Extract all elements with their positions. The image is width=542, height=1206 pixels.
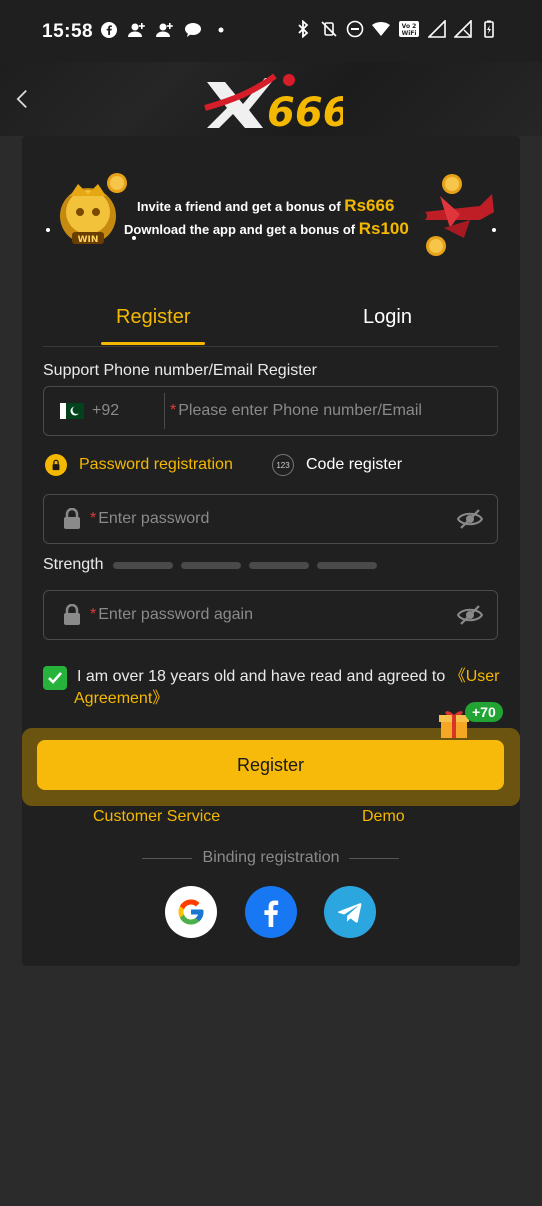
wifi-icon	[372, 20, 390, 38]
register-card: WIN Invite a friend and get a bonus of R…	[22, 136, 520, 966]
password-registration-option[interactable]: Password registration	[45, 454, 233, 476]
google-login-button[interactable]	[165, 886, 217, 938]
facebook-icon	[100, 21, 118, 39]
facebook-login-button[interactable]	[245, 886, 297, 938]
strength-bar	[317, 561, 378, 569]
code-register-option[interactable]: 123 Code register	[272, 454, 402, 476]
user-add-icon	[128, 21, 146, 39]
svg-text:WIN: WIN	[78, 235, 99, 245]
pakistan-flag-icon	[60, 403, 84, 419]
strength-bar	[249, 561, 310, 569]
app-logo: 666	[203, 70, 351, 136]
user-agreement-link[interactable]: 《User	[450, 668, 500, 685]
password-field[interactable]: * Enter password	[43, 494, 498, 544]
signal-icon	[454, 20, 472, 38]
register-button[interactable]: Register	[37, 740, 504, 790]
user-agreement-link-cont[interactable]: Agreement》	[74, 688, 168, 710]
facebook-icon	[264, 900, 279, 927]
google-icon	[178, 899, 204, 925]
banner-line-2: Download the app and get a bonus of Rs10…	[124, 219, 409, 238]
bluetooth-icon	[294, 20, 312, 38]
chat-icon	[184, 21, 202, 39]
code-123-icon: 123	[272, 454, 294, 476]
tab-register[interactable]: Register	[116, 306, 190, 329]
svg-text:Vo 2: Vo 2	[402, 23, 417, 30]
telegram-login-button[interactable]	[324, 886, 376, 938]
auth-tabs: Register Login	[43, 296, 498, 347]
password-input[interactable]: * Enter password	[90, 510, 209, 528]
customer-service-link[interactable]: Customer Service	[93, 808, 220, 826]
telegram-icon	[337, 903, 362, 923]
register-bonus-badge: +70	[437, 702, 527, 742]
lock-icon	[64, 508, 80, 529]
chevron-left-icon	[16, 89, 27, 109]
status-time: 15:58	[42, 21, 94, 42]
check-icon	[48, 672, 62, 684]
vibrate-off-icon	[320, 20, 338, 38]
lock-icon	[64, 604, 80, 625]
password-again-input[interactable]: * Enter password again	[90, 606, 253, 624]
agreement-checkbox[interactable]	[43, 666, 67, 690]
status-bar: 15:58 Vo 2 WiFi	[0, 0, 542, 62]
battery-icon	[480, 20, 498, 38]
strength-bar	[113, 561, 174, 569]
banner-line-1: Invite a friend and get a bonus of Rs666	[137, 196, 395, 215]
tab-login[interactable]: Login	[363, 306, 412, 329]
user-add-icon	[156, 21, 174, 39]
back-button[interactable]	[10, 82, 34, 116]
svg-text:WiFi: WiFi	[402, 30, 417, 37]
demo-link[interactable]: Demo	[362, 808, 405, 826]
svg-text:666: 666	[267, 90, 343, 130]
password-strength: Strength	[43, 556, 378, 574]
strength-bar	[181, 561, 242, 569]
eye-off-icon[interactable]	[457, 603, 483, 627]
signal-icon	[428, 20, 446, 38]
dot-icon	[212, 21, 230, 39]
lock-icon	[45, 454, 67, 476]
bonus-count-badge: +70	[465, 702, 503, 722]
phone-email-field[interactable]: +92 * Please enter Phone number/Email	[43, 386, 498, 436]
country-code[interactable]: +92	[92, 402, 119, 420]
app-header: 666	[0, 62, 542, 136]
tab-active-indicator	[101, 342, 205, 345]
support-label: Support Phone number/Email Register	[43, 362, 317, 379]
eye-off-icon[interactable]	[457, 507, 483, 531]
vowifi-icon: Vo 2 WiFi	[398, 20, 420, 38]
password-again-field[interactable]: * Enter password again	[43, 590, 498, 640]
promo-banner[interactable]: WIN Invite a friend and get a bonus of R…	[40, 166, 502, 266]
phone-email-input[interactable]: * Please enter Phone number/Email	[170, 402, 422, 420]
dnd-icon	[346, 20, 364, 38]
